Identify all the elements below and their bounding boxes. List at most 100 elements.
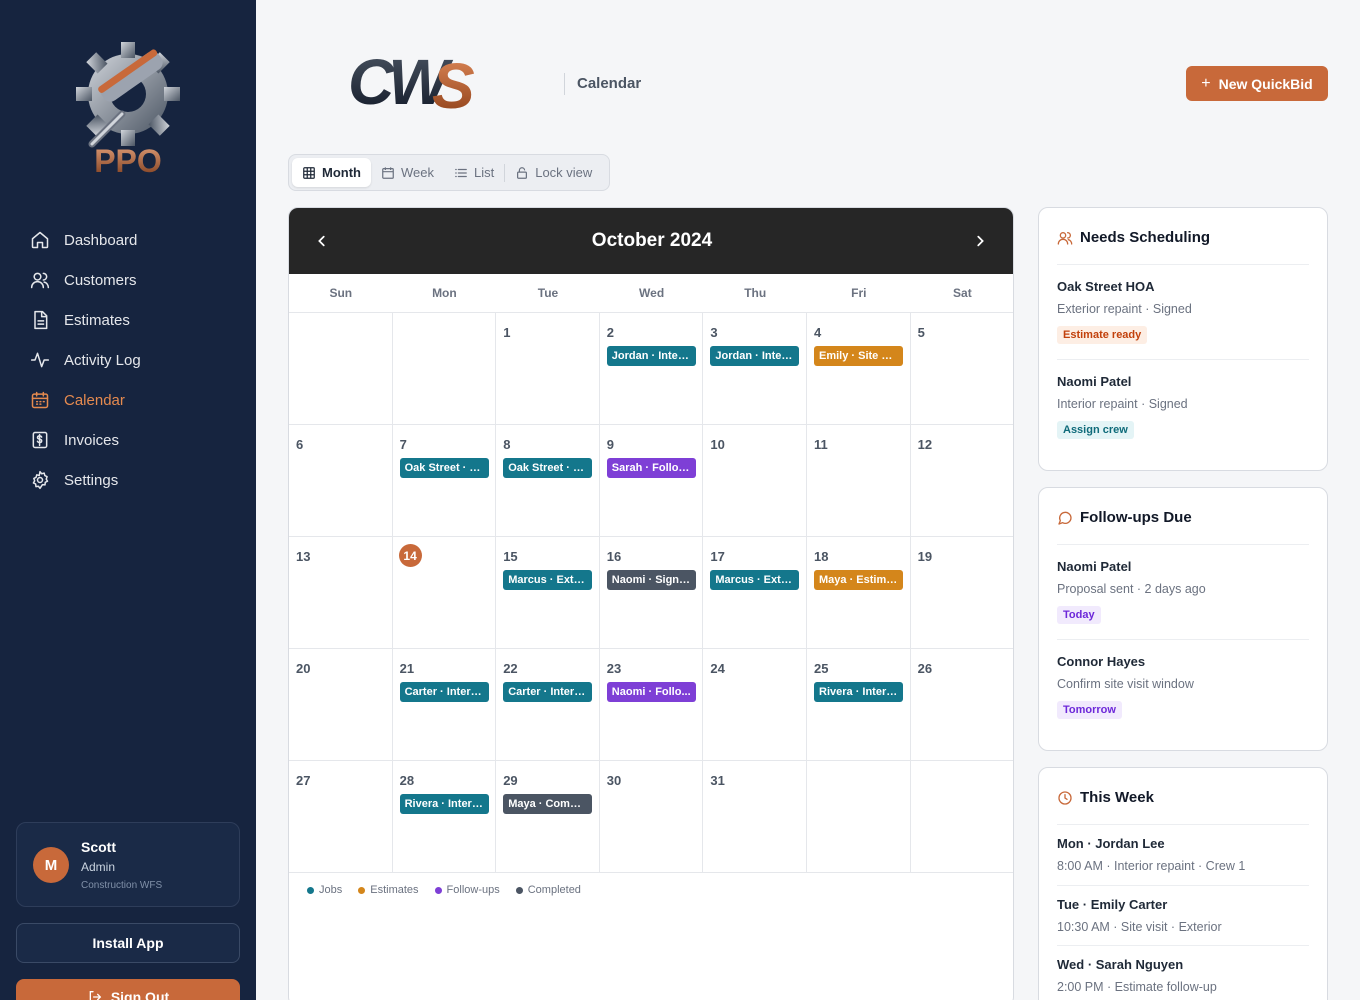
- day-cell[interactable]: 18 Maya · Estimate: [807, 536, 911, 648]
- calendar-title: October 2024: [591, 230, 713, 251]
- list-item[interactable]: Naomi Patel Interior repaint · Signed As…: [1057, 359, 1309, 439]
- activity-icon: [30, 352, 50, 368]
- chevron-right-icon: [977, 235, 984, 247]
- day-cell[interactable]: 2 Jordan · Interior: [599, 312, 704, 424]
- day-number: 12: [917, 437, 933, 452]
- day-number: 22: [503, 661, 518, 676]
- day-cell[interactable]: 24: [703, 648, 807, 760]
- header-divider: [564, 73, 565, 95]
- calendar-event[interactable]: Naomi · Signed: [606, 570, 696, 590]
- day-cell[interactable]: 21 Carter · Interior: [392, 648, 497, 760]
- sign-out-button[interactable]: Sign Out: [16, 979, 240, 1000]
- day-number: 18: [814, 549, 829, 564]
- calendar-event[interactable]: Rivera · Interior: [399, 794, 489, 814]
- list-item[interactable]: Tue · Emily Carter 10:30 AM · Site visit…: [1057, 885, 1309, 934]
- install-app-button[interactable]: Install App: [16, 923, 240, 963]
- list-item[interactable]: Connor Hayes Confirm site visit window T…: [1057, 639, 1309, 719]
- grid-bottom-border: [289, 872, 1013, 873]
- next-month-button[interactable]: [967, 228, 993, 254]
- day-cell[interactable]: 12: [910, 424, 1013, 536]
- sidebar-item-settings[interactable]: Settings: [30, 460, 240, 500]
- list-item[interactable]: Oak Street HOA Exterior repaint · Signed…: [1057, 264, 1309, 344]
- lock-view-toggle[interactable]: Lock view: [505, 158, 602, 187]
- day-number: 15: [503, 549, 518, 564]
- day-cell[interactable]: 1: [496, 312, 600, 424]
- day-cell[interactable]: 27: [289, 760, 393, 872]
- day-cell[interactable]: 15 Marcus · Exte...: [496, 536, 600, 648]
- sidebar-item-activity-log[interactable]: Activity Log: [30, 340, 240, 380]
- user-card[interactable]: M Scott Admin Construction WFS: [16, 822, 240, 907]
- weekday-label: Wed: [639, 286, 665, 300]
- clock-icon: [1058, 790, 1072, 805]
- calendar-event[interactable]: Emily · Site visit: [814, 346, 903, 366]
- avatar: M: [33, 847, 69, 883]
- status-badge: Estimate ready: [1057, 326, 1148, 344]
- day-cell[interactable]: 11: [807, 424, 911, 536]
- calendar-event[interactable]: Maya · Compl...: [503, 794, 593, 814]
- company-wordmark: CW S: [348, 46, 494, 122]
- list-item[interactable]: Mon · Jordan Lee 8:00 AM · Interior repa…: [1057, 824, 1309, 873]
- tab-month[interactable]: Month: [292, 158, 371, 187]
- day-cell[interactable]: 28 Rivera · Interior: [392, 760, 497, 872]
- day-cell[interactable]: 25 Rivera · Interior: [807, 648, 911, 760]
- day-cell[interactable]: 8 Oak Street · E...: [496, 424, 600, 536]
- sidebar-item-invoices[interactable]: Invoices: [30, 420, 240, 460]
- sidebar-item-label: Invoices: [64, 431, 120, 449]
- day-cell[interactable]: 29 Maya · Compl...: [496, 760, 600, 872]
- day-number: 17: [710, 549, 725, 564]
- calendar-event[interactable]: Maya · Estimate: [814, 570, 903, 590]
- day-cell[interactable]: 13: [289, 536, 393, 648]
- calendar-event[interactable]: Carter · Interior: [399, 682, 489, 702]
- view-toggle: Month Week List Lock view: [288, 154, 610, 191]
- day-number: 16: [606, 549, 622, 564]
- chat-icon: [1058, 511, 1072, 525]
- day-cell: [807, 760, 911, 872]
- day-cell[interactable]: 9 Sarah · Follow...: [599, 424, 704, 536]
- calendar-icon: [31, 391, 49, 409]
- day-number: 3: [710, 325, 718, 340]
- list-item[interactable]: Wed · Sarah Nguyen 2:00 PM · Estimate fo…: [1057, 945, 1309, 994]
- day-cell[interactable]: 23 Naomi · Follo...: [599, 648, 704, 760]
- day-cell[interactable]: 31: [703, 760, 807, 872]
- calendar-event[interactable]: Jordan · Interior: [710, 346, 800, 366]
- list-item[interactable]: Naomi Patel Proposal sent · 2 days ago T…: [1057, 544, 1309, 624]
- day-cell[interactable]: 30: [599, 760, 704, 872]
- calendar-event[interactable]: Marcus · Exte...: [503, 570, 593, 590]
- sidebar-item-customers[interactable]: Customers: [30, 260, 240, 300]
- sidebar-item-estimates[interactable]: Estimates: [30, 300, 240, 340]
- day-cell[interactable]: 7 Oak Street · E...: [392, 424, 497, 536]
- day-cell[interactable]: 19: [910, 536, 1013, 648]
- day-cell[interactable]: 10: [703, 424, 807, 536]
- tab-list[interactable]: List: [444, 158, 504, 187]
- tab-label: Month: [322, 165, 361, 180]
- day-cell[interactable]: 5: [910, 312, 1013, 424]
- calendar-event[interactable]: Carter · Interior: [503, 682, 593, 702]
- day-cell[interactable]: 3 Jordan · Interior: [703, 312, 807, 424]
- tab-week[interactable]: Week: [371, 158, 444, 187]
- app-logo[interactable]: PPO: [70, 32, 186, 180]
- day-cell[interactable]: 16 Naomi · Signed: [599, 536, 704, 648]
- day-cell[interactable]: 17 Marcus · Exte...: [703, 536, 807, 648]
- day-cell[interactable]: 4 Emily · Site visit: [807, 312, 911, 424]
- day-cell[interactable]: 22 Carter · Interior: [496, 648, 600, 760]
- day-cell[interactable]: 26: [910, 648, 1013, 760]
- day-cell[interactable]: 6: [289, 424, 393, 536]
- calendar-event[interactable]: Marcus · Exte...: [710, 570, 800, 590]
- calendar-event[interactable]: Naomi · Follo...: [606, 682, 696, 702]
- day-cell[interactable]: 20: [289, 648, 393, 760]
- day-number: 9: [606, 437, 615, 452]
- calendar-event[interactable]: Oak Street · E...: [503, 458, 593, 478]
- prev-month-button[interactable]: [309, 228, 335, 254]
- day-number: 10: [710, 437, 725, 452]
- calendar-event[interactable]: Rivera · Interior: [814, 682, 903, 702]
- day-number: 11: [814, 437, 828, 452]
- legend-item-completed: Completed: [515, 884, 581, 896]
- day-cell[interactable]: 14: [392, 536, 497, 648]
- calendar-event[interactable]: Oak Street · E...: [399, 458, 489, 478]
- plus-icon: +: [1201, 74, 1211, 92]
- calendar-event[interactable]: Jordan · Interior: [606, 346, 696, 366]
- new-quickbid-button[interactable]: + New QuickBid: [1186, 66, 1328, 101]
- calendar-event[interactable]: Sarah · Follow...: [606, 458, 696, 478]
- sidebar-item-dashboard[interactable]: Dashboard: [30, 220, 240, 260]
- sidebar-item-calendar[interactable]: Calendar: [30, 380, 240, 420]
